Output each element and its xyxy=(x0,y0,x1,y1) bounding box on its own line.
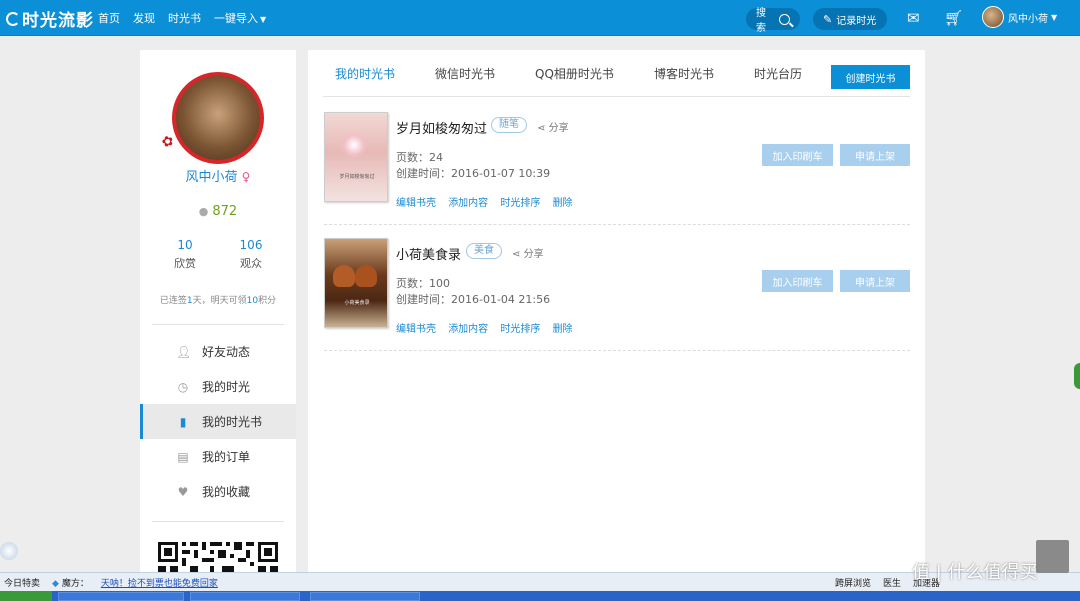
share-button[interactable]: ⋖ 分享 xyxy=(537,119,569,134)
document-icon: ▤ xyxy=(177,449,189,464)
book-pages: 页数：100 xyxy=(396,277,450,290)
sidebar-item-my-timebooks[interactable]: ▮ 我的时光书 xyxy=(140,404,296,439)
book-tag[interactable]: 美食 xyxy=(466,243,502,259)
qr-code-image xyxy=(158,539,278,572)
mail-icon[interactable]: ✉ xyxy=(907,9,920,27)
share-icon: ⋖ xyxy=(512,249,521,260)
sidebar-menu: 👤︎ 好友动态 ◷ 我的时光 ▮ 我的时光书 ▤ 我的订单 ♥ 我的收藏 xyxy=(140,334,296,509)
cart-icon[interactable]: 🛒︎ xyxy=(944,9,963,27)
main-nav: 首页 发现 时光书 一键导入 ▼ xyxy=(98,0,279,36)
heart-icon: ♥ xyxy=(177,484,189,499)
taskbar-window[interactable] xyxy=(310,592,420,601)
today-deals[interactable]: 今日特卖 xyxy=(4,576,40,589)
cube-icon: ◆ xyxy=(52,578,59,589)
doctor-button[interactable]: 医生 xyxy=(883,576,901,589)
share-icon: ⋖ xyxy=(537,123,546,134)
viewers-stat[interactable]: 106 观众 xyxy=(221,238,281,271)
tab-qq-album-timebooks[interactable]: QQ相册时光书 xyxy=(523,65,614,82)
book-icon: ▮ xyxy=(179,414,187,429)
taskbar xyxy=(0,591,1080,601)
profile-avatar[interactable]: ✿ xyxy=(160,72,264,164)
add-content-link[interactable]: 添加内容 xyxy=(448,198,488,209)
top-navbar: 时光流影 首页 发现 时光书 一键导入 ▼ 搜索 ✎ 记录时光 ✉ 🛒︎ 风中小荷 … xyxy=(0,0,1080,36)
search-button[interactable]: 搜索 xyxy=(746,8,800,34)
tab-wechat-timebooks[interactable]: 微信时光书 xyxy=(423,65,495,82)
record-time-button[interactable]: ✎ 记录时光 xyxy=(813,8,887,30)
book-tag[interactable]: 随笔 xyxy=(491,117,527,133)
mofang-label: ◆ 魔方： xyxy=(52,578,89,589)
create-timebook-button[interactable]: 创建时光书 xyxy=(831,65,910,89)
signin-info: 已连签1天，明天可领10积分 xyxy=(159,296,277,306)
book-cover[interactable]: 岁月如梭匆匆过 xyxy=(324,112,388,202)
side-widget[interactable] xyxy=(1074,363,1080,389)
book-actions: 编辑书壳 添加内容 时光排序 删除 xyxy=(396,320,582,335)
add-content-link[interactable]: 添加内容 xyxy=(448,324,488,335)
watermark-icon xyxy=(1036,540,1069,573)
add-to-print-cart-button[interactable]: 加入印刷车 xyxy=(762,144,833,166)
divider xyxy=(152,521,284,522)
coins-icon: ● xyxy=(198,205,209,218)
book-item: 小荷美食录 小荷美食录 美食 ⋖ 分享 页数：100 创建时间：2016-01-… xyxy=(324,238,910,351)
edit-cover-link[interactable]: 编辑书壳 xyxy=(396,198,436,209)
promo-link[interactable]: 天呐！捡不到票也能免费回家 xyxy=(101,576,218,589)
book-title[interactable]: 小荷美食录 xyxy=(396,244,461,263)
sidebar-item-favorites[interactable]: ♥ 我的收藏 xyxy=(140,474,296,509)
chevron-down-icon: ▼ xyxy=(260,15,267,24)
share-button[interactable]: ⋖ 分享 xyxy=(512,245,544,260)
cross-screen-button[interactable]: 跨屏浏览 xyxy=(835,576,871,589)
watermark: 值 | 什么值得买 xyxy=(912,562,1038,583)
main-panel: 我的时光书 微信时光书 QQ相册时光书 博客时光书 时光台历 创建时光书 岁月如… xyxy=(308,50,925,572)
sidebar-item-friends[interactable]: 👤︎ 好友动态 xyxy=(140,334,296,369)
book-created-time: 创建时间：2016-01-04 21:56 xyxy=(396,293,551,306)
start-button[interactable] xyxy=(0,591,52,601)
chevron-down-icon: ▼ xyxy=(1051,12,1058,22)
tab-calendar[interactable]: 时光台历 xyxy=(742,65,802,82)
sidebar-item-my-time[interactable]: ◷ 我的时光 xyxy=(140,369,296,404)
book-pages: 页数：24 xyxy=(396,151,443,164)
clock-icon: ◷ xyxy=(177,379,189,394)
book-cover[interactable]: 小荷美食录 xyxy=(324,238,388,328)
taskbar-window[interactable] xyxy=(58,592,184,601)
delete-link[interactable]: 删除 xyxy=(553,198,573,209)
user-menu[interactable]: 风中小荷 ▼ xyxy=(982,6,1057,28)
edit-cover-link[interactable]: 编辑书壳 xyxy=(396,324,436,335)
sort-time-link[interactable]: 时光排序 xyxy=(500,198,540,209)
book-item: 岁月如梭匆匆过 岁月如梭匆匆过 随笔 ⋖ 分享 页数：24 创建时间：2016-… xyxy=(324,112,910,225)
nav-home[interactable]: 首页 xyxy=(98,10,120,26)
tab-blog-timebooks[interactable]: 博客时光书 xyxy=(642,65,714,82)
nav-discover[interactable]: 发现 xyxy=(133,10,155,26)
edit-icon: ✎ xyxy=(823,12,833,26)
nav-timebook[interactable]: 时光书 xyxy=(168,10,201,26)
apply-shelf-button[interactable]: 申请上架 xyxy=(840,270,910,292)
nav-import[interactable]: 一键导入 ▼ xyxy=(214,10,266,26)
stamp-logo: ✿ xyxy=(159,132,176,152)
book-title[interactable]: 岁月如梭匆匆过 xyxy=(396,118,487,137)
divider xyxy=(152,324,284,325)
taskbar-window[interactable] xyxy=(190,592,300,601)
add-to-print-cart-button[interactable]: 加入印刷车 xyxy=(762,270,833,292)
profile-panel: ✿ 风中小荷 ♀ ● 872 10 欣赏 106 观众 已连签1天，明天可领10积… xyxy=(140,50,296,572)
avatar xyxy=(982,6,1004,28)
floating-orb[interactable] xyxy=(0,542,18,560)
user-icon: 👤︎ xyxy=(176,344,192,359)
site-logo[interactable]: 时光流影 xyxy=(6,6,94,31)
delete-link[interactable]: 删除 xyxy=(553,324,573,335)
search-icon xyxy=(779,13,790,25)
apply-shelf-button[interactable]: 申请上架 xyxy=(840,144,910,166)
appreciate-stat[interactable]: 10 欣赏 xyxy=(155,238,215,271)
timebook-tabs: 我的时光书 微信时光书 QQ相册时光书 博客时光书 时光台历 xyxy=(323,50,910,97)
tab-my-timebooks[interactable]: 我的时光书 xyxy=(323,65,395,82)
female-icon: ♀ xyxy=(241,170,251,184)
points-display: ● 872 xyxy=(198,204,238,219)
sort-time-link[interactable]: 时光排序 xyxy=(500,324,540,335)
qr-code xyxy=(158,539,278,572)
book-created-time: 创建时间：2016-01-07 10:39 xyxy=(396,167,551,180)
logo-icon xyxy=(6,11,20,26)
sidebar-item-orders[interactable]: ▤ 我的订单 xyxy=(140,439,296,474)
book-actions: 编辑书壳 添加内容 时光排序 删除 xyxy=(396,194,582,209)
profile-name[interactable]: 风中小荷 ♀ xyxy=(140,166,296,185)
